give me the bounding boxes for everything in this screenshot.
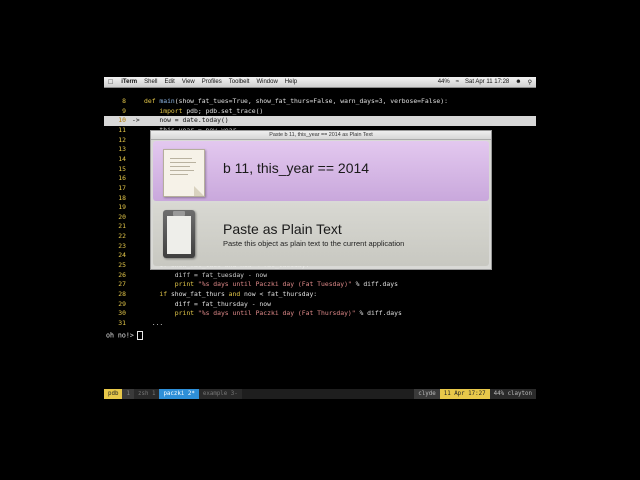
line-number: 15 [118,164,126,173]
tmux-window-tab[interactable]: example 3- [198,389,242,399]
code-text: now = date.today() [144,116,229,125]
code-line: 29 diff = fat_thursday - now [104,300,536,310]
line-number: 13 [118,145,126,154]
spotlight-search-icon[interactable]: ⚲ [528,79,532,86]
line-number: 23 [118,241,126,250]
text-document-icon [163,149,205,197]
wifi-icon[interactable]: ≈ [456,79,459,85]
tmux-status-info[interactable]: 11 Apr 17:27 [439,389,490,399]
line-number: 20 [118,212,126,221]
code-line: 10 -> now = date.today() [104,116,536,126]
code-text: print "%s days until Paczki day (Fat Tue… [174,280,398,289]
mac-menubar:  iTerm Shell Edit View Profiles Toolbelt Wind… [104,77,536,88]
line-number: 21 [118,222,126,231]
line-number: 17 [118,183,126,192]
line-number: 25 [118,261,126,270]
line-number: 27 [118,280,126,289]
tmux-window-tab[interactable]: zsh 1 [133,389,160,399]
line-number: 9 [122,106,126,115]
tmux-status-info[interactable]: 44% clayton [489,389,536,399]
menu-edit[interactable]: Edit [165,79,175,85]
code-text: import pdb; pdb.set_trace() [159,106,264,115]
code-line: 30 print "%s days until Paczki day (Fat … [104,309,536,319]
object-text: b 11, this_year == 2014 [223,160,370,176]
code-line: 8 def main(show_fat_tues=True, show_fat_t… [104,97,536,107]
menubar-clock[interactable]: Sat Apr 11 17:28 [465,79,509,85]
pdb-prompt[interactable]: oh no!> [106,331,143,340]
line-number: 30 [118,309,126,318]
code-line: 31 ... [104,319,536,329]
clipboard-icon [163,210,195,258]
code-line: 28 if show_fat_thurs and now < fat_thurs… [104,290,536,300]
code-text: diff = fat_thursday - now [144,299,271,308]
line-number: 14 [118,154,126,163]
menu-shell[interactable]: Shell [144,79,157,85]
tmux-window-tab[interactable]: pdb [104,389,123,399]
prompt-text: oh no!> [106,331,134,340]
action-row[interactable]: Paste as Plain Text Paste this object as… [153,203,489,266]
line-number: 24 [118,251,126,260]
quicksilver-paste-panel[interactable]: Paste b 11, this_year == 2014 as Plain T… [150,130,492,270]
menu-view[interactable]: View [182,79,195,85]
menu-help[interactable]: Help [285,79,297,85]
tmux-status-bar: pdb 1 zsh 1 paczki 2* example 3- clyde 11 Apr… [104,389,536,399]
code-text: def main(show_fat_tues=True, show_fat_th… [144,97,448,105]
panel-title: Paste b 11, this_year == 2014 as Plain T… [151,131,491,140]
line-number: 10 [118,116,126,125]
line-number: 29 [118,299,126,308]
line-number: 19 [118,203,126,212]
line-number: 12 [118,135,126,144]
action-title: Paste as Plain Text [223,221,342,237]
code-line: 26 diff = fat_tuesday - now [104,271,536,281]
line-number: 26 [118,270,126,279]
object-row[interactable]: b 11, this_year == 2014 [153,141,489,201]
menu-iterm[interactable]: iTerm [121,79,137,85]
menu-toolbelt[interactable]: Toolbelt [229,79,250,85]
line-number: 18 [118,193,126,202]
battery-indicator[interactable]: 44% [438,79,450,85]
text-cursor [136,331,143,340]
line-number: 28 [118,290,126,298]
apple-icon[interactable]:  [108,79,113,86]
line-number: 8 [122,97,126,105]
code-line: 27 print "%s days until Paczki day (Fat … [104,280,536,290]
current-line-arrow: -> [132,116,140,125]
code-text: ... [144,318,164,327]
code-text: diff = fat_tuesday - now [144,270,268,279]
user-icon[interactable]: ☻ [515,79,521,85]
tmux-window-tab[interactable]: paczki 2* [159,389,199,399]
line-number: 11 [118,125,126,134]
code-line: 9 import pdb; pdb.set_trace() [104,107,536,117]
menu-window[interactable]: Window [256,79,277,85]
menu-profiles[interactable]: Profiles [202,79,222,85]
line-number: 31 [118,318,126,327]
action-subtitle: Paste this object as plain text to the c… [223,239,405,248]
line-number: 22 [118,232,126,241]
line-number: 16 [118,174,126,183]
code-text: print "%s days until Paczki day (Fat Thu… [174,309,402,318]
tmux-window-tab[interactable]: 1 [122,389,134,399]
tmux-status-info[interactable]: clyde [414,389,440,399]
code-text: if show_fat_thurs and now < fat_thursday… [159,290,318,298]
